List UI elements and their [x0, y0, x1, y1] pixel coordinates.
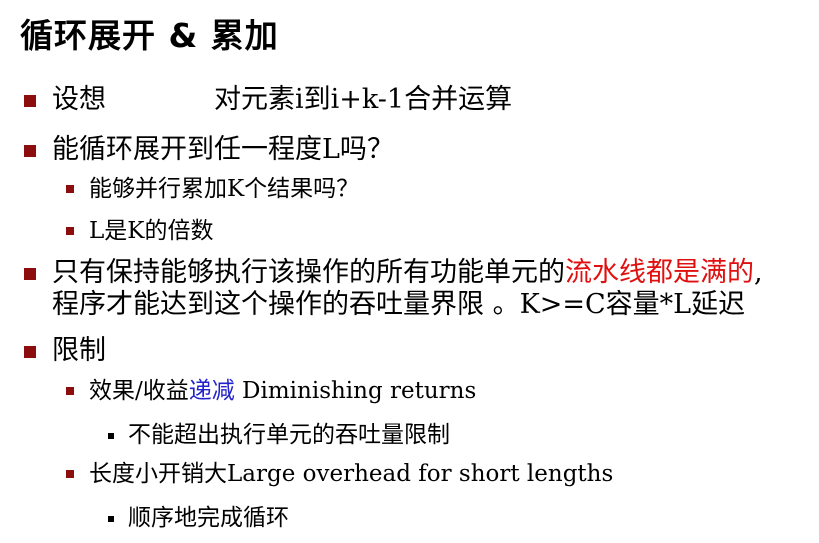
sub-sub-bullet-throughput-limit: 不能超出执行单元的吞吐量限制 [128, 422, 450, 448]
bullet-square-icon [24, 346, 36, 358]
diminishing-highlight: 递减 [188, 378, 235, 404]
diminishing-post: Diminishing returns [234, 378, 477, 404]
bullet-throughput: 只有保持能够执行该操作的所有功能单元的流水线都是满的, [52, 257, 763, 289]
sub-bullet-square-icon [66, 387, 74, 395]
sub-bullet-parallel: 能够并行累加K个结果吗？ [89, 176, 360, 202]
throughput-pre: 只有保持能够执行该操作的所有功能单元的 [52, 257, 565, 288]
slide-title: 循环展开 & 累加 [20, 16, 279, 55]
sub-sub-bullet-square-icon [108, 433, 114, 439]
diminishing-pre: 效果/收益 [89, 378, 189, 404]
bullet-throughput-line2: 程序才能达到这个操作的吞吐量界限 。K>=C容量*L延迟 [52, 289, 746, 320]
sub-sub-bullet-sequential: 顺序地完成循环 [128, 505, 289, 531]
bullet-assume: 设想 对元素i到i+k-1合并运算 [52, 84, 512, 116]
bullet-unroll-question: 能循环展开到任一程度L吗？ [52, 134, 394, 165]
sub-bullet-square-icon [66, 470, 74, 478]
sub-bullet-square-icon [66, 185, 74, 193]
bullet-square-icon [24, 145, 36, 157]
sub-bullet-overhead: 长度小开销大Large overhead for short lengths [89, 461, 614, 487]
sub-bullet-diminishing: 效果/收益递减 Diminishing returns [89, 377, 476, 405]
assume-text: 对元素i到i+k-1合并运算 [214, 84, 513, 115]
bullet-limits: 限制 [52, 335, 106, 366]
sub-bullet-square-icon [66, 227, 74, 235]
sub-sub-bullet-square-icon [108, 516, 114, 522]
throughput-highlight: 流水线都是满的 [565, 257, 754, 288]
assume-label: 设想 [52, 84, 106, 115]
bullet-square-icon [24, 95, 36, 107]
bullet-square-icon [24, 268, 36, 280]
throughput-comma: , [754, 257, 763, 288]
sub-bullet-multiple: L是K的倍数 [89, 218, 214, 244]
